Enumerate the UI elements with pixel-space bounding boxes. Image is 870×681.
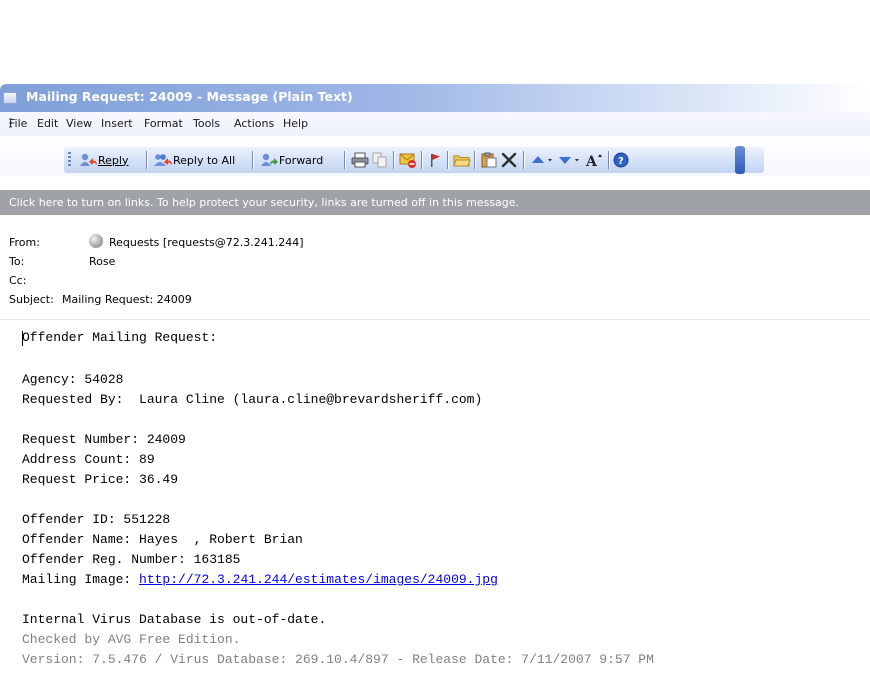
body-virus-line-2: Checked by AVG Free Edition. (22, 632, 241, 647)
reply-all-button[interactable]: Reply to All (153, 150, 235, 170)
body-request-number: Request Number: 24009 (22, 432, 186, 447)
menu-view[interactable]: View (66, 117, 92, 130)
info-bar-links-disabled[interactable]: Click here to turn on links. To help pro… (0, 190, 870, 215)
up-arrow-icon (532, 156, 552, 163)
subject-value: Mailing Request: 24009 (62, 293, 192, 306)
body-heading: Offender Mailing Request: (22, 330, 218, 345)
outlook-message-window: Mailing Request: 24009 - Message (Plain … (0, 84, 870, 681)
folder-icon (453, 155, 471, 167)
next-item-button[interactable] (557, 150, 581, 170)
reply-icon (80, 153, 97, 166)
standard-toolbar: Reply Reply to All Forward A ? (64, 146, 764, 174)
follow-up-flag-button[interactable] (427, 150, 443, 170)
menu-file[interactable]: File (9, 117, 27, 130)
body-request-price: Request Price: 36.49 (22, 472, 179, 487)
menu-help[interactable]: Help (283, 117, 308, 130)
body-offender-id: Offender ID: 551228 (22, 512, 171, 527)
to-label: To: (9, 255, 25, 268)
font-size-icon: A (585, 154, 602, 168)
copy-icon (372, 152, 387, 168)
toolbar-options-button[interactable] (735, 146, 745, 174)
message-body[interactable]: Offender Mailing Request: Agency: 54028 … (0, 320, 870, 681)
paste-button[interactable] (480, 150, 498, 170)
menu-format[interactable]: Format (144, 117, 183, 130)
toolbar-grip-icon[interactable] (68, 152, 71, 168)
mailing-image-link[interactable]: http://72.3.241.244/estimates/images/240… (139, 572, 498, 587)
svg-text:?: ? (618, 156, 624, 167)
toolbar-row: Reply Reply to All Forward A ? (0, 136, 870, 176)
toolbar-separator (146, 151, 147, 169)
printer-icon (351, 152, 369, 168)
help-icon: ? (613, 152, 629, 168)
toolbar-separator (344, 151, 345, 169)
menu-actions[interactable]: Actions (234, 117, 274, 130)
clipboard-icon (481, 152, 497, 168)
forward-label: Forward (279, 153, 324, 167)
forward-icon (261, 153, 278, 166)
down-arrow-icon (559, 157, 579, 164)
toolbar-separator (608, 151, 609, 169)
body-offender-reg: Offender Reg. Number: 163185 (22, 552, 241, 567)
reply-label: Reply (98, 153, 129, 167)
toolbar-separator (474, 151, 475, 169)
junk-mail-button[interactable] (399, 150, 417, 170)
envelope-block-icon (399, 153, 416, 168)
toolbar-separator (523, 151, 524, 169)
body-offender-name: Offender Name: Hayes , Robert Brian (22, 532, 303, 547)
body-address-count: Address Count: 89 (22, 452, 155, 467)
window-title: Mailing Request: 24009 - Message (Plain … (26, 89, 353, 104)
to-value[interactable]: Rose (89, 255, 115, 268)
from-value[interactable]: Requests [requests@72.3.241.244] (109, 236, 304, 249)
reply-button[interactable]: Reply (78, 150, 128, 170)
cc-label: Cc: (9, 274, 27, 287)
toolbar-separator (447, 151, 448, 169)
reply-all-label: Reply to All (173, 153, 236, 167)
body-virus-line-1: Internal Virus Database is out-of-date. (22, 612, 327, 627)
message-header: From: Requests [requests@72.3.241.244] T… (0, 215, 870, 319)
body-mailing-image: Mailing Image: http://72.3.241.244/estim… (22, 572, 498, 587)
toolbar-separator (421, 151, 422, 169)
svg-text:A: A (585, 154, 598, 168)
toolbar-separator (252, 151, 253, 169)
flag-icon (431, 154, 440, 167)
body-agency: Agency: 54028 (22, 372, 124, 387)
menu-bar: File Edit View Insert Format Tools Actio… (0, 112, 870, 136)
body-requested-by: Requested By: Laura Cline (laura.cline@b… (22, 392, 483, 407)
forward-button[interactable]: Forward (259, 150, 323, 170)
menu-tools[interactable]: Tools (193, 117, 220, 130)
presence-status-icon[interactable] (89, 234, 103, 248)
menu-edit[interactable]: Edit (37, 117, 58, 130)
previous-item-button[interactable] (530, 150, 554, 170)
reply-all-icon (154, 154, 172, 166)
menu-insert[interactable]: Insert (101, 117, 133, 130)
print-button[interactable] (351, 150, 369, 170)
mailing-image-label: Mailing Image: (22, 572, 140, 587)
delete-x-icon (501, 152, 517, 168)
delete-button[interactable] (500, 150, 518, 170)
from-label: From: (9, 236, 40, 249)
help-button[interactable]: ? (613, 150, 631, 170)
message-window-icon (3, 92, 17, 104)
subject-label: Subject: (9, 293, 54, 306)
toolbar-separator (393, 151, 394, 169)
title-bar[interactable]: Mailing Request: 24009 - Message (Plain … (0, 84, 870, 112)
body-virus-line-3: Version: 7.5.476 / Virus Database: 269.1… (22, 652, 654, 667)
copy-button[interactable] (371, 150, 389, 170)
move-to-folder-button[interactable] (453, 150, 471, 170)
font-size-button[interactable]: A (585, 150, 603, 170)
